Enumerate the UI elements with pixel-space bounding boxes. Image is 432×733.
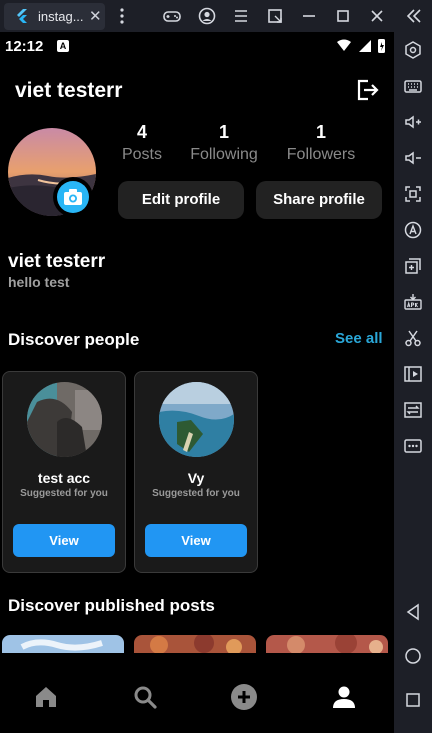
app-tab[interactable]: instag... ✕	[4, 3, 105, 30]
stat-followers-label: Followers	[286, 146, 356, 163]
recents-nav-icon[interactable]	[403, 690, 423, 710]
collapse-sidebar-icon[interactable]	[404, 6, 424, 26]
suggested-user-subtitle: Suggested for you	[152, 488, 240, 499]
tab-title: instag...	[38, 9, 84, 24]
more-vertical-icon[interactable]	[112, 6, 132, 26]
volume-up-icon[interactable]	[403, 112, 423, 132]
view-profile-button[interactable]: View	[145, 524, 247, 557]
stat-followers-value: 1	[315, 122, 326, 142]
account-icon[interactable]	[197, 6, 217, 26]
profile-bio: hello test	[8, 274, 70, 290]
suggested-user-avatar[interactable]	[159, 382, 234, 457]
share-profile-button[interactable]: Share profile	[256, 181, 382, 219]
home-nav-icon[interactable]	[403, 646, 423, 666]
bottom-navigation	[0, 653, 394, 733]
stat-posts-label: Posts	[121, 146, 162, 163]
sync-icon[interactable]	[403, 400, 423, 420]
discover-people-title: Discover people	[8, 330, 140, 349]
status-bar: 12:12 A	[0, 32, 394, 60]
edit-profile-button[interactable]: Edit profile	[118, 181, 244, 219]
page-title: viet testerr	[15, 79, 123, 102]
emulator-title-bar: instag... ✕	[0, 0, 432, 32]
see-all-link[interactable]: See all	[335, 330, 383, 347]
logout-icon[interactable]	[355, 78, 379, 102]
phone-screen: 12:12 A viet testerr 4 Posts 1 Following…	[0, 32, 394, 733]
stat-followers[interactable]: 1 Followers	[280, 122, 362, 164]
settings-hex-icon[interactable]	[403, 40, 423, 60]
apk-install-icon[interactable]	[403, 292, 423, 312]
notification-badge: A	[57, 40, 69, 52]
rotate-icon[interactable]	[403, 220, 423, 240]
media-icon[interactable]	[403, 364, 423, 384]
suggested-user-subtitle: Suggested for you	[20, 488, 108, 499]
gamepad-icon[interactable]	[162, 6, 182, 26]
emulator-side-toolbar	[394, 32, 432, 733]
stat-following-label: Following	[190, 146, 258, 163]
change-photo-button[interactable]	[53, 177, 93, 217]
keyboard-icon[interactable]	[403, 76, 423, 96]
post-thumbnail[interactable]	[134, 635, 256, 655]
close-icon[interactable]	[367, 6, 387, 26]
tab-close-icon[interactable]: ✕	[89, 7, 102, 25]
add-post-icon[interactable]	[230, 683, 258, 711]
status-icons	[337, 39, 385, 53]
volume-down-icon[interactable]	[403, 148, 423, 168]
maximize-icon[interactable]	[333, 6, 353, 26]
menu-icon[interactable]	[231, 6, 251, 26]
suggested-user-card[interactable]: Vy Suggested for you View	[134, 371, 258, 573]
add-window-icon[interactable]	[403, 256, 423, 276]
screenshot-icon[interactable]	[403, 184, 423, 204]
camera-icon	[57, 181, 89, 213]
status-time: 12:12	[5, 38, 44, 55]
home-icon[interactable]	[32, 683, 60, 711]
window-mode-icon[interactable]	[265, 6, 285, 26]
profile-icon[interactable]	[330, 683, 358, 711]
search-icon[interactable]	[131, 683, 159, 711]
suggested-user-name: Vy	[187, 470, 205, 486]
stat-posts-value: 4	[136, 122, 147, 142]
minimize-icon[interactable]	[299, 6, 319, 26]
flutter-icon	[17, 9, 27, 23]
display-name: viet testerr	[8, 251, 106, 272]
post-thumbnail[interactable]	[266, 635, 388, 655]
post-thumbnail[interactable]	[2, 635, 124, 655]
suggested-user-avatar[interactable]	[27, 382, 102, 457]
discover-posts-title: Discover published posts	[8, 596, 215, 615]
scissors-icon[interactable]	[403, 328, 423, 348]
stat-following-value: 1	[218, 122, 229, 142]
stat-posts[interactable]: 4 Posts	[112, 122, 172, 164]
more-options-icon[interactable]	[403, 436, 423, 456]
stat-following[interactable]: 1 Following	[184, 122, 264, 164]
view-profile-button[interactable]: View	[13, 524, 115, 557]
suggested-user-name: test acc	[37, 470, 91, 486]
suggested-user-card[interactable]: test acc Suggested for you View	[2, 371, 126, 573]
back-nav-icon[interactable]	[403, 602, 423, 622]
